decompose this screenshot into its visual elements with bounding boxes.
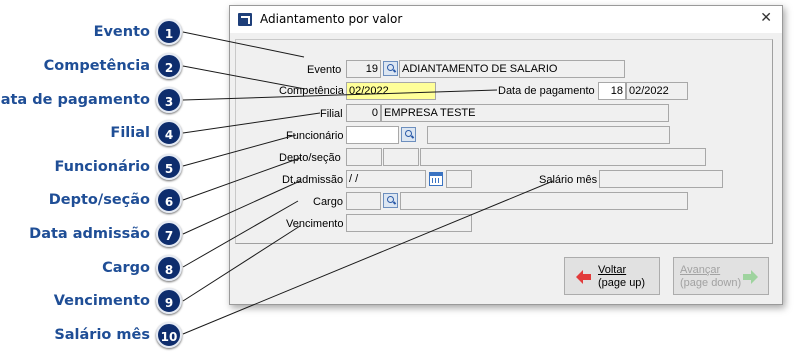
search-icon[interactable]: [383, 61, 398, 76]
cargo-label: Cargo: [313, 196, 343, 208]
competencia-field[interactable]: 02/2022: [346, 82, 436, 100]
voltar-label-line1: Voltar: [598, 264, 627, 276]
funcionario-label: Funcionário: [286, 130, 344, 142]
filial-label: Filial: [320, 108, 343, 120]
title-bar[interactable]: Adiantamento por valor ✕: [230, 6, 782, 33]
callout-badge-4: 4: [156, 120, 182, 146]
search-icon[interactable]: [383, 193, 398, 208]
vencimento-field: [346, 214, 472, 232]
secao-field: [383, 148, 419, 166]
data-pagamento-day-field[interactable]: 18: [598, 82, 626, 100]
adiantamento-dialog: Adiantamento por valor ✕ Evento 19 ADIAN…: [229, 5, 783, 305]
app-icon: [238, 13, 252, 26]
callout-label-salario-mes: Salário mês: [54, 327, 150, 343]
salario-mes-label: Salário mês: [539, 174, 598, 186]
callout-label-data-admissao: Data admissão: [29, 226, 150, 242]
voltar-label-line2: (page up): [598, 277, 646, 289]
competencia-label: Competência: [279, 85, 344, 97]
callout-badge-3: 3: [156, 87, 182, 113]
salario-mes-field: [599, 170, 723, 188]
filial-code-field: 0: [346, 104, 381, 122]
search-icon[interactable]: [401, 127, 416, 142]
callout-label-competencia: Competência: [43, 58, 150, 74]
close-icon[interactable]: ✕: [760, 10, 772, 26]
callout-label-vencimento: Vencimento: [53, 293, 150, 309]
callout-badge-7: 7: [156, 221, 182, 247]
arrow-right-icon: [743, 270, 758, 284]
data-pagamento-month-field[interactable]: 02/2022: [626, 82, 688, 100]
callout-badge-8: 8: [156, 255, 182, 281]
cargo-desc-field: [400, 192, 688, 210]
dt-admissao-label: Dt.admissão: [282, 174, 344, 186]
evento-code-field[interactable]: 19: [346, 60, 381, 78]
filial-desc-field: EMPRESA TESTE: [381, 104, 669, 122]
arrow-left-icon: [576, 270, 591, 284]
callout-label-cargo: Cargo: [102, 260, 150, 276]
depto-field: [346, 148, 382, 166]
callout-badge-5: 5: [156, 154, 182, 180]
callout-label-funcionario: Funcionário: [54, 159, 150, 175]
callout-badge-2: 2: [156, 53, 182, 79]
callout-badge-6: 6: [156, 187, 182, 213]
calendar-icon[interactable]: [429, 172, 443, 186]
vencimento-label: Vencimento: [286, 218, 344, 230]
cargo-code-field: [346, 192, 381, 210]
callout-label-evento: Evento: [93, 24, 150, 40]
callout-badge-10: 10: [156, 322, 182, 348]
dt-admissao-extra-field: [446, 170, 472, 188]
avancar-label: Avançar (page down): [680, 264, 741, 290]
callout-badge-9: 9: [156, 288, 182, 314]
callout-badge-1: 1: [156, 19, 182, 45]
avancar-label-line2: (page down): [680, 277, 742, 289]
evento-desc-field: ADIANTAMENTO DE SALARIO: [399, 60, 625, 78]
funcionario-code-field[interactable]: [346, 126, 399, 144]
depto-label: Depto/seção: [279, 152, 341, 164]
funcionario-name-field: [427, 126, 670, 144]
callout-label-filial: Filial: [110, 125, 150, 141]
voltar-label: Voltar (page up): [598, 264, 645, 290]
data-pagamento-label: Data de pagamento: [498, 85, 595, 97]
callout-label-depto: Depto/seção: [48, 192, 150, 208]
dt-admissao-field: / /: [346, 170, 426, 188]
dialog-title: Adiantamento por valor: [260, 12, 403, 26]
voltar-button[interactable]: Voltar (page up): [564, 257, 660, 295]
depto-desc-field: [420, 148, 706, 166]
avancar-button[interactable]: Avançar (page down): [673, 257, 769, 295]
evento-label: Evento: [307, 64, 342, 76]
callout-label-data-pagamento: Data de pagamento: [0, 92, 150, 108]
avancar-label-line1: Avançar: [680, 264, 721, 276]
